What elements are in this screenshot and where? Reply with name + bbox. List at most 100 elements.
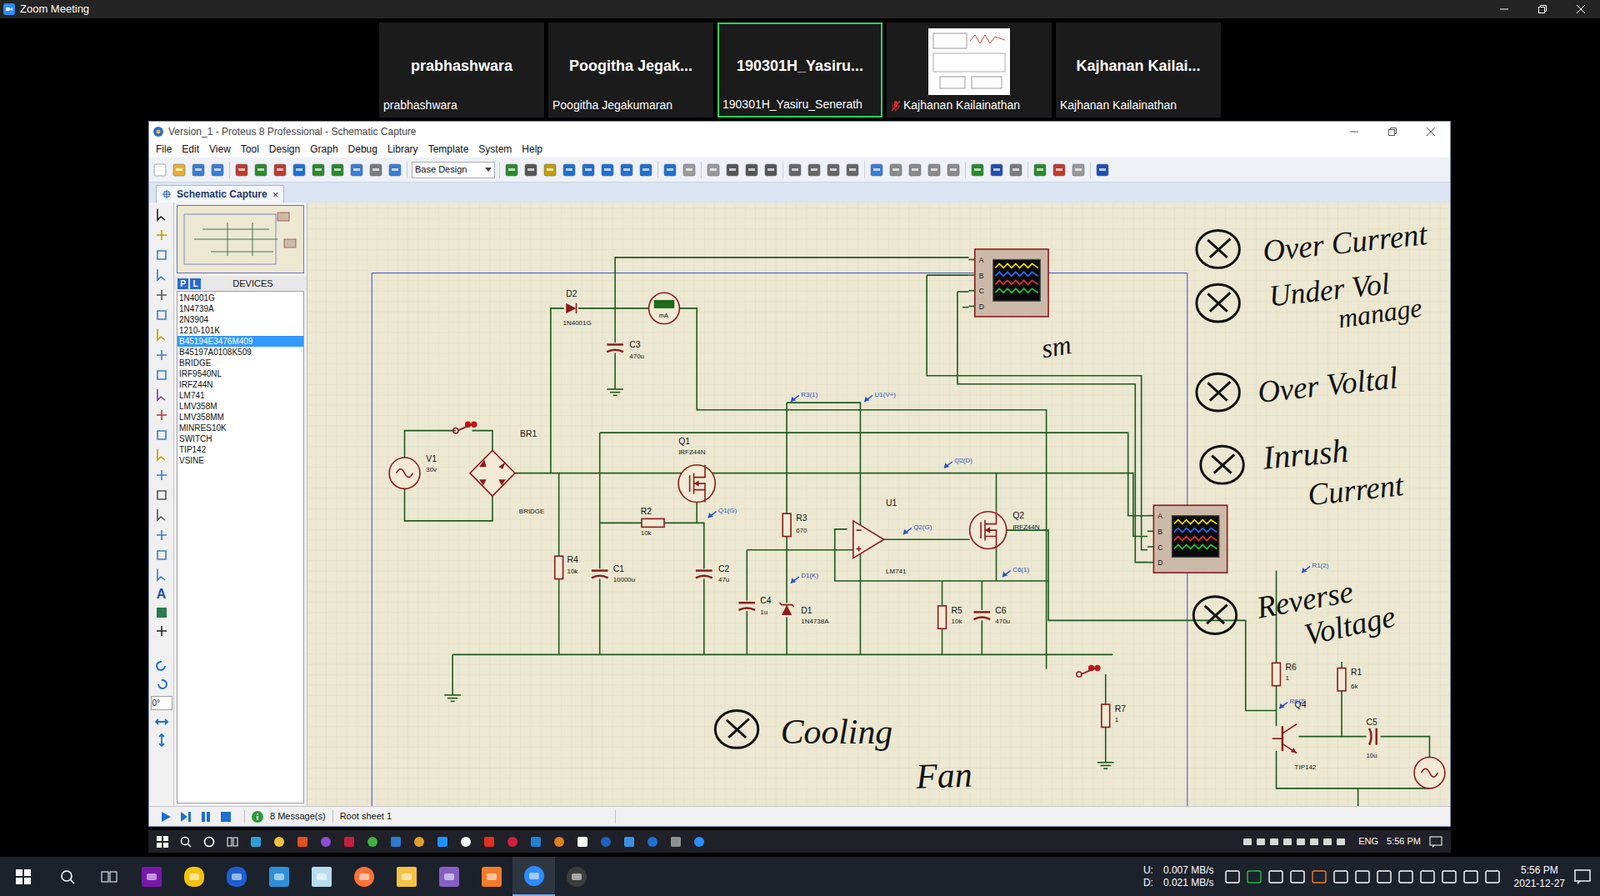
- device-item[interactable]: IRFZ44N: [177, 379, 304, 390]
- toolbar-button[interactable]: [888, 162, 904, 178]
- app-icon[interactable]: [646, 835, 659, 848]
- tool-icon[interactable]: [155, 567, 169, 583]
- toolbar-button[interactable]: [926, 162, 942, 178]
- participant-tile[interactable]: 190301H_Yasiru...190301H_Yasiru_Senerath: [717, 22, 883, 118]
- voltage-probe[interactable]: Q1(G): [708, 506, 738, 518]
- app-icon[interactable]: [576, 835, 589, 848]
- toolbar-button[interactable]: [1008, 162, 1024, 178]
- tool-icon[interactable]: [155, 447, 169, 463]
- device-item[interactable]: B45197A0108K509: [177, 346, 304, 358]
- device-item[interactable]: TIP142: [177, 444, 304, 455]
- task-view-icon[interactable]: [226, 835, 239, 848]
- schematic-part[interactable]: R3670: [782, 513, 808, 537]
- menu-item[interactable]: Design: [264, 141, 305, 157]
- toolbar-button[interactable]: [542, 162, 558, 178]
- menu-item[interactable]: File: [150, 141, 177, 157]
- app-icon[interactable]: [693, 835, 705, 848]
- notification-icon[interactable]: [1573, 868, 1592, 885]
- stop-icon[interactable]: [219, 810, 233, 824]
- symbol-tool-icon[interactable]: [155, 605, 169, 620]
- language-indicator[interactable]: ENG: [1358, 834, 1379, 849]
- tool-icon[interactable]: [155, 267, 169, 283]
- voltage-probe[interactable]: C6(1): [1002, 565, 1030, 577]
- toolbar-button[interactable]: [190, 162, 206, 178]
- device-item[interactable]: VSINE: [177, 455, 304, 466]
- participant-tile[interactable]: Poogitha Jegak...Poogitha Jegakumaran: [548, 22, 714, 118]
- taskbar-app[interactable]: [512, 856, 555, 896]
- toolbar-button[interactable]: [253, 162, 269, 178]
- app-icon[interactable]: [390, 835, 402, 848]
- step-icon[interactable]: [179, 810, 193, 824]
- toolbar-button[interactable]: [1032, 162, 1048, 178]
- toolbar-button[interactable]: [152, 162, 168, 178]
- toolbar-button[interactable]: [291, 162, 307, 178]
- device-item[interactable]: B45194E3476M409: [177, 335, 304, 347]
- tool-icon[interactable]: [155, 547, 169, 563]
- menu-item[interactable]: View: [204, 141, 236, 157]
- search-icon[interactable]: [180, 835, 192, 848]
- device-item[interactable]: SWITCH: [177, 433, 304, 445]
- app-icon[interactable]: [506, 835, 519, 848]
- toolbar-button[interactable]: [989, 162, 1005, 178]
- taskbar-app[interactable]: [470, 856, 513, 896]
- schematic-part[interactable]: C3470u: [606, 340, 645, 360]
- toolbar-button[interactable]: [1070, 162, 1086, 178]
- app-icon[interactable]: [413, 835, 425, 848]
- voltage-probe[interactable]: R1(2): [1301, 561, 1329, 573]
- device-item[interactable]: LMV358M: [177, 400, 304, 412]
- schematic-tab[interactable]: Schematic Capture×: [155, 185, 285, 203]
- tool-icon[interactable]: [155, 227, 169, 243]
- search-button[interactable]: [46, 856, 89, 896]
- menu-item[interactable]: Edit: [176, 141, 205, 157]
- app-icon[interactable]: [343, 835, 355, 848]
- tab-close[interactable]: ×: [272, 189, 280, 200]
- device-item[interactable]: 1N4739A: [177, 303, 304, 315]
- participant-tile[interactable]: Kajhanan Kailainathan: [886, 22, 1052, 118]
- toolbar-button[interactable]: [662, 162, 678, 178]
- app-icon[interactable]: [623, 835, 635, 848]
- schematic-part[interactable]: mA: [649, 292, 680, 324]
- menu-item[interactable]: Graph: [305, 141, 343, 157]
- oscilloscope[interactable]: ABCD: [1147, 505, 1228, 573]
- close-button[interactable]: [1411, 121, 1450, 141]
- voltage-probe[interactable]: D1(K): [790, 571, 819, 583]
- remote-clock[interactable]: 5:56 PM: [1386, 834, 1421, 849]
- device-item[interactable]: LMV358MM: [177, 411, 304, 423]
- tool-icon[interactable]: [155, 247, 169, 263]
- menu-item[interactable]: Tool: [235, 141, 265, 157]
- toolbar-button[interactable]: [368, 162, 384, 178]
- mirror-x-icon[interactable]: [155, 715, 169, 729]
- maximize-button[interactable]: [1373, 121, 1412, 141]
- toolbar-button[interactable]: [619, 162, 635, 178]
- toolbar-button[interactable]: [580, 162, 596, 178]
- toolbar-button[interactable]: [310, 162, 326, 178]
- app-icon[interactable]: [320, 835, 332, 848]
- rotation-field[interactable]: 0°: [150, 695, 173, 710]
- app-icon[interactable]: [553, 835, 565, 848]
- toolbar-button[interactable]: [825, 162, 841, 178]
- schematic-part[interactable]: R410k: [555, 555, 580, 580]
- tool-icon[interactable]: [155, 347, 169, 363]
- toolbar-button[interactable]: [845, 162, 860, 178]
- minimize-button[interactable]: [1485, 0, 1524, 19]
- menu-item[interactable]: Template: [423, 141, 475, 157]
- schematic-part[interactable]: U1LM741: [853, 498, 907, 575]
- voltage-probe[interactable]: Q2(D): [944, 456, 973, 468]
- tool-icon[interactable]: [155, 307, 169, 323]
- toolbar-button[interactable]: [234, 162, 250, 178]
- taskbar-app[interactable]: [385, 856, 428, 896]
- schematic-canvas[interactable]: V130vBR1BRIDGED21N4001GC3470uQ1IRFZ44NR2…: [307, 202, 1450, 806]
- schematic-part[interactable]: BR1BRIDGE: [470, 429, 545, 515]
- schematic-part[interactable]: Q1IRFZ44N: [678, 436, 715, 503]
- device-item[interactable]: MINRES10K: [177, 422, 304, 434]
- voltage-probe[interactable]: U1(V+): [864, 390, 896, 402]
- toolbar-button[interactable]: [561, 162, 577, 178]
- tool-icon[interactable]: [155, 207, 169, 223]
- schematic-part[interactable]: R210k: [640, 506, 665, 537]
- play-icon[interactable]: [159, 810, 173, 824]
- toolbar-button[interactable]: [504, 162, 520, 178]
- device-item[interactable]: 1210-101K: [177, 325, 304, 336]
- taskbar-app[interactable]: [215, 856, 258, 896]
- library-button[interactable]: L: [190, 278, 201, 290]
- schematic-part[interactable]: D21N4001G: [563, 289, 592, 327]
